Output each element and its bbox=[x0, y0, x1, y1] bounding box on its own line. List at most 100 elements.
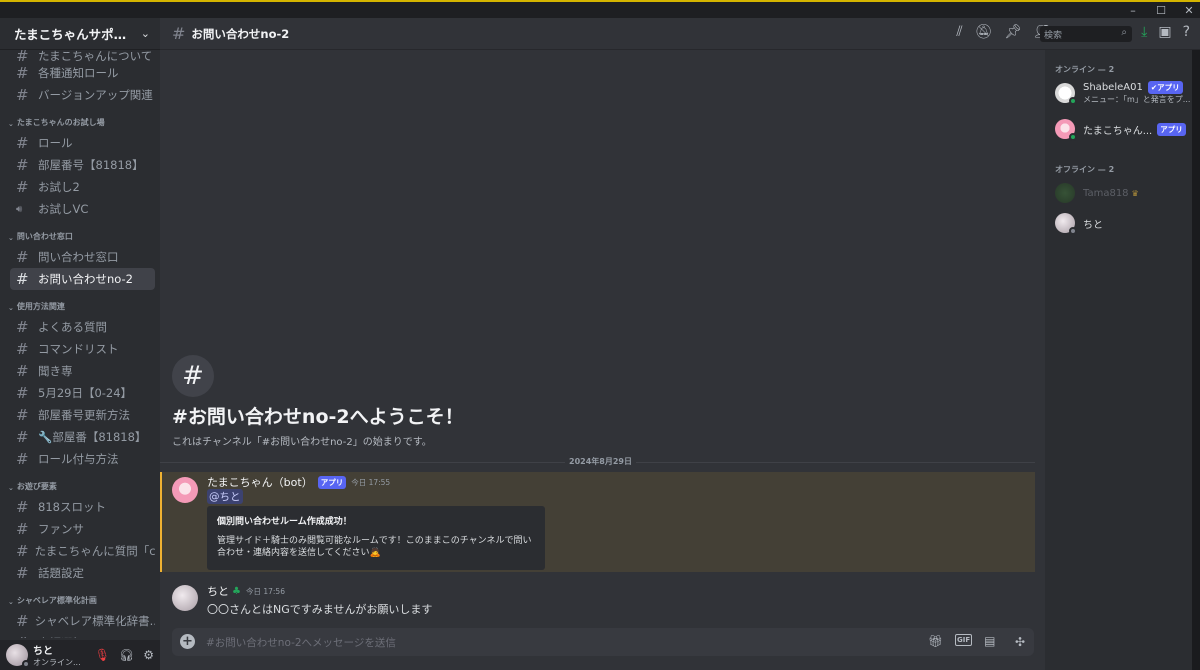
hash-icon: # bbox=[16, 384, 29, 402]
threads-icon[interactable]: ⫽ bbox=[956, 24, 962, 40]
avatar bbox=[1055, 213, 1077, 235]
message-timestamp: 今日 17:56 bbox=[245, 586, 285, 596]
message-composer[interactable]: + #お問い合わせno-2へメッセージを送信 🎁︎ GIF ▤ ☺ bbox=[172, 628, 1034, 656]
member-item[interactable]: Tama818 ♛ bbox=[1045, 178, 1200, 208]
chevron-down-icon: ⌄ bbox=[8, 304, 14, 312]
channel-item[interactable]: # 言語選択 bbox=[10, 632, 155, 638]
chevron-down-icon: ⌄ bbox=[8, 598, 14, 606]
channel-label: お問い合わせno-2 bbox=[38, 272, 134, 286]
gif-icon[interactable]: GIF bbox=[955, 634, 973, 646]
channel-item[interactable]: #5月29日【0-24】 bbox=[10, 382, 155, 404]
welcome-subtitle: これはチャンネル「#お問い合わせno-2」の始まりです。 bbox=[172, 437, 432, 448]
download-icon[interactable]: ⤓ bbox=[1141, 24, 1147, 40]
channel-label: シャベレア標準化辞書... bbox=[34, 614, 155, 628]
online-header: オンライン — 2 bbox=[1055, 65, 1115, 74]
channel-item[interactable]: # 各種通知ロール bbox=[10, 62, 155, 84]
channel-label: ロール付与方法 bbox=[38, 452, 119, 466]
channel-label: たまこちゃんについて bbox=[38, 50, 153, 62]
message-item[interactable]: ちと ♣ 今日 17:56 〇〇さんとはNGですみませんがお願いします bbox=[160, 582, 1035, 622]
member-name: たまこちゃん... bbox=[1083, 125, 1153, 137]
channel-item[interactable]: # シャベレア標準化辞書... bbox=[10, 610, 155, 632]
channel-label: 問い合わせ窓口 bbox=[38, 250, 119, 264]
channel-item[interactable]: # 話題設定 bbox=[10, 562, 155, 584]
member-item[interactable]: たまこちゃん... アプリ bbox=[1045, 114, 1200, 144]
channel-item[interactable]: # 部屋番号【81818】 bbox=[10, 154, 155, 176]
pin-icon[interactable]: 📌︎ bbox=[1004, 24, 1022, 40]
hash-icon: # bbox=[16, 542, 29, 560]
channel-item[interactable]: # 部屋番号更新方法 bbox=[10, 404, 155, 426]
message-input[interactable]: #お問い合わせno-2へメッセージを送信 bbox=[206, 635, 396, 650]
search-icon: ⌕ bbox=[1121, 27, 1127, 38]
user-mention[interactable]: @ちと bbox=[207, 489, 243, 504]
avatar[interactable] bbox=[172, 477, 198, 503]
headphones-icon[interactable]: 🎧︎ bbox=[119, 648, 134, 662]
server-header[interactable]: たまこちゃんサポート... ⌄ bbox=[0, 18, 160, 50]
hash-icon: # bbox=[16, 612, 29, 630]
category-header[interactable]: ⌄ お遊び要素 bbox=[0, 470, 160, 496]
search-input[interactable]: 検索 ⌕ bbox=[1040, 26, 1132, 42]
speaker-icon: 🔊︎ bbox=[16, 203, 23, 215]
channel-item[interactable]: # お試し2 bbox=[10, 176, 155, 198]
hash-icon: # bbox=[16, 50, 29, 62]
channel-item[interactable]: 🔊︎ お試しVC bbox=[10, 198, 155, 220]
category-label: お遊び要素 bbox=[16, 482, 57, 491]
scrollbar[interactable] bbox=[1192, 50, 1200, 670]
category-header[interactable]: ⌄ シャベレア標準化計画 bbox=[0, 584, 160, 610]
avatar[interactable] bbox=[172, 585, 198, 611]
gear-icon[interactable]: ⚙ bbox=[143, 648, 154, 662]
hash-icon: # bbox=[16, 634, 32, 638]
channel-item[interactable]: # ロール付与方法 bbox=[10, 448, 155, 470]
channel-label: 言語選択 bbox=[38, 635, 84, 638]
channel-item[interactable]: # バージョンアップ関連 bbox=[10, 84, 155, 106]
title-bar: – ☐ ✕ bbox=[0, 0, 1200, 18]
category-label: 問い合わせ窓口 bbox=[16, 232, 73, 241]
hash-icon: # bbox=[16, 178, 29, 196]
member-item[interactable]: ShabeleA01 ✔アプリ メニュー：「m」と発言をプ... bbox=[1045, 78, 1200, 108]
notification-bell-muted-icon[interactable]: 🔕︎ bbox=[975, 24, 993, 40]
gift-icon[interactable]: 🎁︎ bbox=[928, 634, 943, 648]
message-item[interactable]: たまこちゃん（bot） アプリ 今日 17:55 @ちと 個別問い合わせルーム作… bbox=[160, 472, 1035, 572]
hash-icon: # bbox=[16, 86, 29, 104]
apps-icon[interactable]: ✣ bbox=[1008, 630, 1032, 654]
channel-label: たまこちゃんに質問「c... bbox=[34, 544, 155, 558]
category-header[interactable]: ⌄ 使用方法関連 bbox=[0, 290, 160, 316]
hash-icon: # bbox=[16, 428, 29, 446]
avatar[interactable] bbox=[6, 644, 30, 668]
user-status: オンライン... bbox=[33, 658, 81, 667]
microphone-muted-icon[interactable]: 🎙︎ bbox=[95, 648, 110, 662]
channel-item[interactable]: # 問い合わせ窓口 bbox=[10, 246, 155, 268]
channel-item[interactable]: # よくある質問 bbox=[10, 316, 155, 338]
chevron-down-icon: ⌄ bbox=[8, 234, 14, 242]
plus-icon[interactable]: + bbox=[180, 634, 195, 649]
channel-label: 🔧部屋番【81818】 bbox=[38, 430, 147, 444]
channel-label: ファンサ bbox=[38, 522, 84, 536]
channel-label: バージョンアップ関連 bbox=[38, 88, 153, 102]
sticker-icon[interactable]: ▤ bbox=[984, 634, 995, 648]
maximize-button[interactable]: ☐ bbox=[1156, 4, 1166, 17]
channel-item[interactable]: # 聞き専 bbox=[10, 360, 155, 382]
channel-item[interactable]: # ファンサ bbox=[10, 518, 155, 540]
category-label: シャベレア標準化計画 bbox=[16, 596, 97, 605]
member-status: メニュー：「m」と発言をプ... bbox=[1083, 95, 1191, 104]
channel-item[interactable]: # 🔧部屋番【81818】 bbox=[10, 426, 155, 448]
channel-item[interactable]: # コマンドリスト bbox=[10, 338, 155, 360]
chevron-down-icon: ⌄ bbox=[140, 27, 150, 40]
channel-item[interactable]: # たまこちゃんに質問「c... bbox=[10, 540, 155, 562]
message-author[interactable]: ちと bbox=[207, 583, 229, 599]
channel-item[interactable]: #818スロット bbox=[10, 496, 155, 518]
inbox-icon[interactable]: ▣ bbox=[1158, 24, 1171, 40]
category-header[interactable]: ⌄ 問い合わせ窓口 bbox=[0, 220, 160, 246]
help-icon[interactable]: ? bbox=[1183, 24, 1190, 40]
username: ちと bbox=[33, 646, 53, 657]
channel-header: # お問い合わせno-2 ⫽ 🔕︎ 📌︎ 👥︎ 検索 ⌕ ⤓ ▣ ? bbox=[160, 18, 1200, 50]
close-button[interactable]: ✕ bbox=[1184, 4, 1194, 17]
member-name: ShabeleA01 bbox=[1083, 82, 1143, 93]
channel-item[interactable]: # たまこちゃんについて bbox=[10, 50, 155, 62]
channel-item[interactable]: # ロール bbox=[10, 132, 155, 154]
category-header[interactable]: ⌄ たまこちゃんのお試し場 bbox=[0, 106, 160, 132]
message-author[interactable]: たまこちゃん（bot） bbox=[207, 474, 313, 490]
hash-icon: # bbox=[16, 134, 29, 152]
minimize-button[interactable]: – bbox=[1128, 4, 1138, 17]
channel-item[interactable]: # お問い合わせno-2 bbox=[10, 268, 155, 290]
member-item[interactable]: ちと bbox=[1045, 208, 1200, 238]
